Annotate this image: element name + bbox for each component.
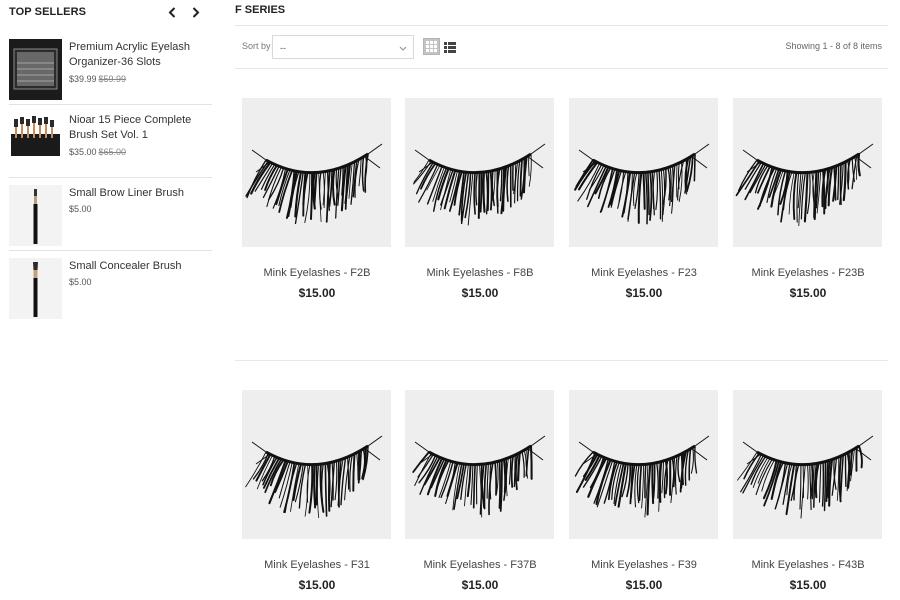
top-seller-item[interactable]: Nioar 15 Piece Complete Brush Set Vol. 1… xyxy=(9,105,212,178)
product-name[interactable]: Mink Eyelashes - F2B xyxy=(242,267,392,279)
old-price: $65.00 xyxy=(98,147,127,157)
seller-item-name[interactable]: Nioar 15 Piece Complete Brush Set Vol. 1 xyxy=(69,113,209,143)
seller-item-name[interactable]: Small Concealer Brush xyxy=(69,259,209,274)
product-card[interactable]: Mink Eyelashes - F43B $15.00 xyxy=(733,390,883,592)
product-card[interactable]: Mink Eyelashes - F23B $15.00 xyxy=(733,98,883,300)
top-sellers-sidebar: TOP SELLERS Premium Acrylic Eyelash Orga… xyxy=(0,0,215,600)
product-image[interactable] xyxy=(242,390,391,539)
product-image[interactable] xyxy=(569,98,718,247)
product-name[interactable]: Mink Eyelashes - F31 xyxy=(242,559,392,571)
eyelash-illustration xyxy=(574,435,710,518)
product-name[interactable]: Mink Eyelashes - F23B xyxy=(733,267,883,279)
eyelash-illustration xyxy=(245,143,383,225)
eyelash-illustration xyxy=(737,435,874,519)
product-thumbnail[interactable] xyxy=(9,185,62,246)
product-price: $15.00 xyxy=(461,286,499,300)
product-price: $15.00 xyxy=(625,578,663,592)
product-card[interactable]: Mink Eyelashes - F23 $15.00 xyxy=(569,98,719,300)
seller-item-price: $35.00 $65.00 xyxy=(69,147,126,157)
product-thumbnail[interactable] xyxy=(9,112,62,173)
current-price: $5.00 xyxy=(69,204,92,214)
eyelash-illustration xyxy=(413,143,546,226)
old-price: $59.99 xyxy=(98,74,127,84)
product-name[interactable]: Mink Eyelashes - F37B xyxy=(405,559,555,571)
product-name[interactable]: Mink Eyelashes - F8B xyxy=(405,267,555,279)
product-image[interactable] xyxy=(733,390,882,539)
top-seller-item[interactable]: Premium Acrylic Eyelash Organizer-36 Slo… xyxy=(9,32,212,105)
current-price: $5.00 xyxy=(69,277,92,287)
product-image[interactable] xyxy=(569,390,718,539)
top-seller-item[interactable]: Small Concealer Brush $5.00 xyxy=(9,251,212,324)
product-name[interactable]: Mink Eyelashes - F43B xyxy=(733,559,883,571)
seller-item-name[interactable]: Premium Acrylic Eyelash Organizer-36 Slo… xyxy=(69,40,209,70)
product-grid: Mink Eyelashes - F2B $15.00 Mink Eyelash… xyxy=(235,0,888,600)
product-thumbnail[interactable] xyxy=(9,258,62,319)
product-price: $15.00 xyxy=(625,286,663,300)
eyelash-illustration xyxy=(735,143,874,226)
seller-item-price: $5.00 xyxy=(69,277,92,287)
current-price: $35.00 xyxy=(69,147,97,157)
product-price: $15.00 xyxy=(789,286,827,300)
product-card[interactable]: Mink Eyelashes - F8B $15.00 xyxy=(405,98,555,300)
eyelash-illustration xyxy=(412,435,546,518)
eyelash-illustration xyxy=(574,143,710,225)
product-image[interactable] xyxy=(405,98,554,247)
product-image[interactable] xyxy=(242,98,391,247)
eyelash-illustration xyxy=(245,435,383,519)
product-image[interactable] xyxy=(405,390,554,539)
top-sellers-header: TOP SELLERS xyxy=(9,5,209,21)
chevron-right-icon[interactable] xyxy=(188,5,204,19)
product-image[interactable] xyxy=(733,98,882,247)
product-card[interactable]: Mink Eyelashes - F39 $15.00 xyxy=(569,390,719,592)
product-price: $15.00 xyxy=(298,286,336,300)
product-name[interactable]: Mink Eyelashes - F23 xyxy=(569,267,719,279)
seller-item-name[interactable]: Small Brow Liner Brush xyxy=(69,186,209,201)
top-sellers-title: TOP SELLERS xyxy=(9,6,87,18)
top-sellers-list: Premium Acrylic Eyelash Organizer-36 Slo… xyxy=(9,32,212,324)
seller-item-price: $39.99 $59.99 xyxy=(69,74,126,84)
current-price: $39.99 xyxy=(69,74,97,84)
product-price: $15.00 xyxy=(461,578,499,592)
product-card[interactable]: Mink Eyelashes - F31 $15.00 xyxy=(242,390,392,592)
product-price: $15.00 xyxy=(298,578,336,592)
top-seller-item[interactable]: Small Brow Liner Brush $5.00 xyxy=(9,178,212,251)
product-name[interactable]: Mink Eyelashes - F39 xyxy=(569,559,719,571)
product-thumbnail[interactable] xyxy=(9,39,62,100)
product-listing: F SERIES Sort by -- Showing 1 - 8 of 8 i… xyxy=(235,0,888,600)
product-price: $15.00 xyxy=(789,578,827,592)
seller-item-price: $5.00 xyxy=(69,204,92,214)
product-card[interactable]: Mink Eyelashes - F37B $15.00 xyxy=(405,390,555,592)
product-card[interactable]: Mink Eyelashes - F2B $15.00 xyxy=(242,98,392,300)
chevron-left-icon[interactable] xyxy=(164,5,180,19)
